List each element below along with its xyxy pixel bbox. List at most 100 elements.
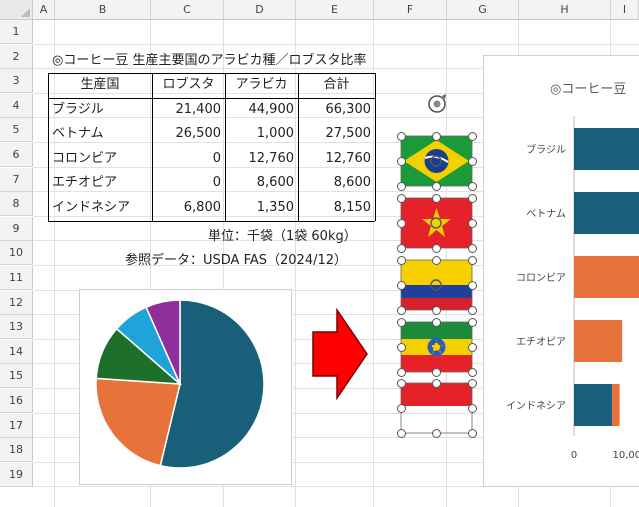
table-cell: ベトナム bbox=[52, 126, 104, 142]
source-note: 参照データ：USDA FAS（2024/12） bbox=[125, 253, 348, 268]
table-cell: 12,760 bbox=[325, 150, 372, 166]
resize-handle[interactable] bbox=[432, 317, 441, 327]
table-border bbox=[375, 73, 376, 221]
resize-handle[interactable] bbox=[396, 305, 406, 315]
resize-handle[interactable] bbox=[432, 243, 441, 253]
resize-handle[interactable] bbox=[432, 255, 441, 265]
resize-handle[interactable] bbox=[467, 218, 477, 228]
resize-handle[interactable] bbox=[396, 218, 406, 228]
flags-group[interactable] bbox=[396, 90, 481, 438]
column-header-e[interactable]: E bbox=[296, 0, 374, 20]
row-header-10[interactable]: 10 bbox=[0, 241, 33, 266]
resize-handle[interactable] bbox=[467, 342, 477, 352]
table-cell: 6,800 bbox=[183, 200, 221, 215]
resize-handle[interactable] bbox=[467, 131, 477, 141]
row-header-18[interactable]: 18 bbox=[0, 438, 33, 463]
bar-2-4 bbox=[574, 320, 623, 362]
row-header-14[interactable]: 14 bbox=[0, 339, 33, 364]
row-header-1[interactable]: 1 bbox=[0, 20, 33, 44]
table-header-cell: ロブスタ bbox=[162, 77, 215, 92]
row-header-15[interactable]: 15 bbox=[0, 364, 33, 389]
bar-category-label: インドネシア bbox=[506, 400, 566, 412]
pie-chart bbox=[95, 299, 265, 469]
row-header-2[interactable]: 2 bbox=[0, 44, 33, 69]
resize-handle[interactable] bbox=[396, 255, 406, 265]
resize-handle[interactable] bbox=[396, 403, 406, 413]
resize-handle[interactable] bbox=[467, 317, 477, 327]
table-cell: 0 bbox=[212, 150, 221, 166]
resize-handle[interactable] bbox=[396, 428, 406, 438]
resize-handle[interactable] bbox=[396, 317, 406, 327]
resize-handle[interactable] bbox=[432, 193, 441, 203]
resize-handle[interactable] bbox=[432, 181, 441, 191]
bar-category-label: ブラジル bbox=[526, 143, 566, 156]
row-header-7[interactable]: 7 bbox=[0, 167, 33, 192]
resize-handle[interactable] bbox=[467, 305, 477, 315]
table-header-cell: 合計 bbox=[323, 77, 350, 92]
resize-handle[interactable] bbox=[396, 378, 406, 388]
resize-handle[interactable] bbox=[467, 403, 477, 413]
pie-chart-panel[interactable] bbox=[79, 289, 292, 485]
row-header-19[interactable]: 19 bbox=[0, 462, 33, 487]
column-header-d[interactable]: D bbox=[224, 0, 296, 20]
resize-handle[interactable] bbox=[432, 428, 441, 438]
table-cell: 12,760 bbox=[248, 150, 295, 166]
select-all-corner[interactable] bbox=[0, 0, 33, 20]
column-header-i[interactable]: I bbox=[611, 0, 639, 20]
bar-category-label: エチオピア bbox=[516, 336, 566, 348]
resize-handle[interactable] bbox=[396, 181, 406, 191]
table-cell: 1,000 bbox=[256, 126, 294, 142]
resize-handle[interactable] bbox=[396, 193, 406, 203]
table-cell: エチオピア bbox=[52, 175, 118, 191]
resize-handle[interactable] bbox=[396, 342, 406, 352]
resize-handle[interactable] bbox=[467, 193, 477, 203]
resize-handle[interactable] bbox=[467, 243, 477, 253]
resize-handle[interactable] bbox=[432, 131, 441, 141]
row-header-17[interactable]: 17 bbox=[0, 413, 33, 438]
resize-handle[interactable] bbox=[396, 131, 406, 141]
bar-1-1 bbox=[574, 128, 639, 170]
resize-handle[interactable] bbox=[467, 367, 477, 377]
table-cell: 8,600 bbox=[256, 175, 294, 191]
row-header-12[interactable]: 12 bbox=[0, 290, 33, 315]
table-cell: 0 bbox=[212, 175, 221, 191]
bar-tick-label: 10,000 bbox=[613, 450, 639, 461]
resize-handle[interactable] bbox=[432, 367, 441, 377]
resize-handle[interactable] bbox=[396, 280, 406, 290]
row-header-6[interactable]: 6 bbox=[0, 143, 33, 167]
vietnam-flag-icon bbox=[401, 198, 472, 248]
row-header-3[interactable]: 3 bbox=[0, 69, 33, 94]
row-header-11[interactable]: 11 bbox=[0, 266, 33, 290]
row-header-9[interactable]: 9 bbox=[0, 216, 33, 241]
ethiopia-flag-icon bbox=[401, 322, 472, 372]
column-header-f[interactable]: F bbox=[374, 0, 447, 20]
resize-handle[interactable] bbox=[432, 305, 441, 315]
resize-handle[interactable] bbox=[396, 243, 406, 253]
resize-handle[interactable] bbox=[467, 428, 477, 438]
row-header-4[interactable]: 4 bbox=[0, 93, 33, 118]
bar-chart-panel[interactable]: ◎コーヒー豆 ブラジルベトナムコロンビアエチオピアインドネシア010,000 bbox=[483, 55, 639, 487]
resize-handle[interactable] bbox=[467, 378, 477, 388]
resize-handle[interactable] bbox=[432, 378, 441, 388]
column-header-c[interactable]: C bbox=[151, 0, 224, 20]
row-header-5[interactable]: 5 bbox=[0, 118, 33, 143]
table-header-cell: 生産国 bbox=[80, 77, 120, 92]
unit-note: 単位：千袋（1袋 60kg） bbox=[208, 229, 357, 244]
brazil-flag-icon bbox=[401, 136, 472, 186]
resize-handle[interactable] bbox=[467, 255, 477, 265]
resize-handle[interactable] bbox=[467, 280, 477, 290]
column-header-g[interactable]: G bbox=[447, 0, 519, 20]
table-cell: 1,350 bbox=[256, 200, 294, 215]
bar-2-5 bbox=[612, 384, 620, 426]
row-header-16[interactable]: 16 bbox=[0, 389, 33, 413]
column-header-a[interactable]: A bbox=[33, 0, 55, 20]
bar-1-2 bbox=[574, 192, 639, 234]
resize-handle[interactable] bbox=[396, 367, 406, 377]
resize-handle[interactable] bbox=[467, 181, 477, 191]
column-header-b[interactable]: B bbox=[55, 0, 151, 20]
resize-handle[interactable] bbox=[396, 156, 406, 166]
resize-handle[interactable] bbox=[467, 156, 477, 166]
row-header-13[interactable]: 13 bbox=[0, 315, 33, 340]
row-header-8[interactable]: 8 bbox=[0, 192, 33, 217]
column-header-h[interactable]: H bbox=[519, 0, 611, 20]
